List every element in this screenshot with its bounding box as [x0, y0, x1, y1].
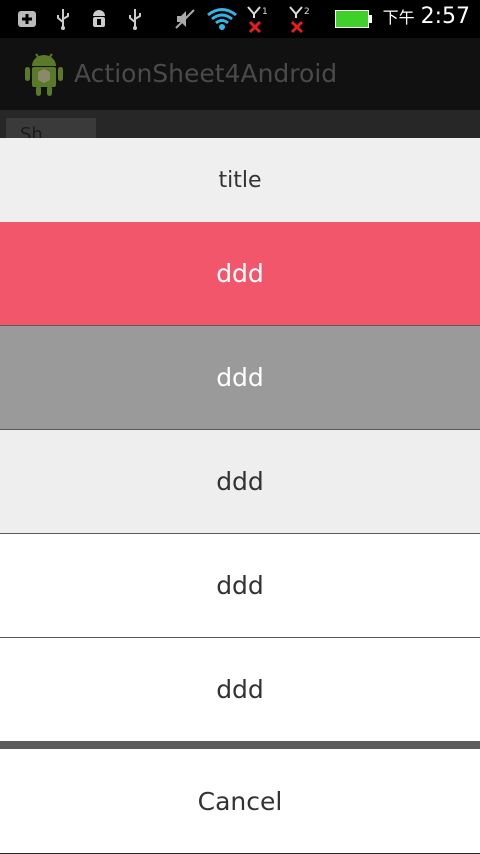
sim2-no-signal-icon: 2 [288, 4, 312, 34]
action-sheet-items: ddd ddd ddd ddd ddd [0, 222, 480, 741]
action-sheet-item-2[interactable]: ddd [0, 325, 480, 429]
action-sheet: title ddd ddd ddd ddd ddd Cancel [0, 138, 480, 853]
sim1-label: 1 [262, 7, 268, 17]
usb-icon [54, 7, 72, 31]
muted-speaker-icon [174, 7, 196, 31]
clock-ampm: 下午 [382, 8, 415, 27]
add-notification-icon [16, 7, 38, 31]
wifi-icon [206, 7, 238, 31]
android-app-icon[interactable] [22, 50, 66, 98]
android-debug-icon [88, 7, 110, 31]
app-title: ActionSheet4Android [74, 59, 338, 88]
sim1-no-signal-icon: 1 [246, 4, 270, 34]
cancel-button[interactable]: Cancel [0, 749, 480, 853]
status-bar: 1 2 下午 2:57 [0, 0, 480, 38]
sim2-label: 2 [304, 7, 310, 17]
usb-icon-2 [126, 7, 144, 31]
action-sheet-item-5[interactable]: ddd [0, 637, 480, 741]
clock: 下午 2:57 [383, 4, 470, 29]
action-sheet-item-1[interactable]: ddd [0, 222, 480, 325]
action-sheet-item-3[interactable]: ddd [0, 429, 480, 533]
clock-time: 2:57 [420, 4, 470, 29]
battery-icon [334, 7, 372, 31]
action-bar: ActionSheet4Android [0, 38, 480, 110]
screen: 1 2 下午 2:57 ActionSheet4Android Sh title… [0, 0, 480, 854]
action-sheet-title: title [0, 138, 480, 222]
action-sheet-item-4[interactable]: ddd [0, 533, 480, 637]
action-sheet-divider [0, 741, 480, 749]
